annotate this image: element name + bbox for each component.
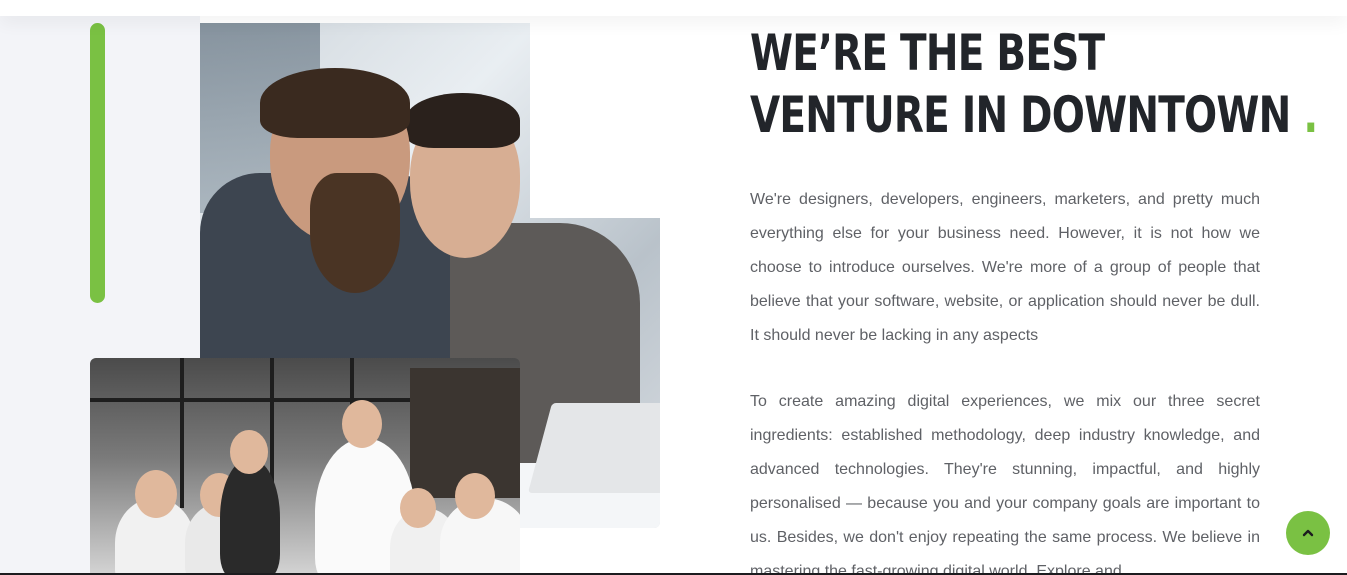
window-frame xyxy=(180,358,184,508)
person-face xyxy=(135,470,177,518)
scroll-to-top-button[interactable] xyxy=(1286,511,1330,555)
person-face xyxy=(342,400,382,448)
about-paragraph-2: To create amazing digital experiences, w… xyxy=(750,393,1260,575)
accent-bar xyxy=(90,23,105,303)
heading-line-2: VENTURE IN DOWNTOWN . xyxy=(750,84,1318,146)
laptop-shape xyxy=(527,403,660,493)
header-shadow-strip xyxy=(0,0,1347,16)
man-left-beard xyxy=(310,173,400,293)
person-face xyxy=(400,488,436,528)
person-shape xyxy=(220,458,280,575)
man-left-hair xyxy=(260,68,410,138)
heading-line-1: WE’RE THE BEST xyxy=(750,24,1105,82)
section-heading: WE’RE THE BEST VENTURE IN DOWNTOWN . xyxy=(750,22,1318,146)
team-photo xyxy=(90,358,520,575)
heading-accent-dot: . xyxy=(1303,86,1318,144)
heading-line-2-text: VENTURE IN DOWNTOWN xyxy=(750,86,1291,144)
window-light-shape xyxy=(530,23,660,218)
person-face xyxy=(455,473,495,519)
person-face xyxy=(230,430,268,474)
man-right-hair xyxy=(405,93,520,148)
chevron-up-icon xyxy=(1302,529,1314,537)
about-paragraph-1: We're designers, developers, engineers, … xyxy=(750,191,1260,344)
